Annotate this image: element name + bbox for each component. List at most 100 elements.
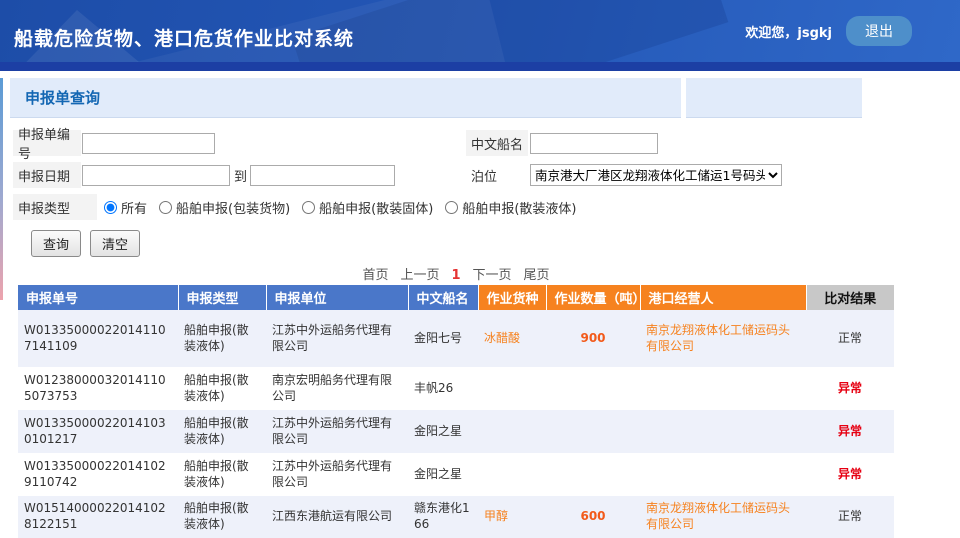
table-row[interactable]: W013350000220141029110742 船舶申报(散装液体) 江苏中… bbox=[18, 453, 894, 496]
radio-input[interactable] bbox=[104, 201, 117, 214]
welcome-text: 欢迎您，jsgkj bbox=[745, 22, 832, 41]
declare-type-options: 所有 船舶申报(包装货物) 船舶申报(散装固体) 船舶申报(散装液体) bbox=[104, 198, 588, 217]
search-form: 申报单编号 中文船名 申报日期 到 泊位 南京港大厂港区龙翔液体化工储运1号码头… bbox=[0, 118, 960, 257]
spacer bbox=[0, 71, 960, 78]
cell-cargo-qty bbox=[546, 410, 640, 453]
cell-declaration-no: W012380000320141105073753 bbox=[18, 367, 178, 410]
cell-compare-result: 异常 bbox=[806, 367, 894, 410]
radio-input[interactable] bbox=[445, 201, 458, 214]
table-row[interactable]: W015140000220141028122151 船舶申报(散装液体) 江西东… bbox=[18, 496, 894, 538]
table-row[interactable]: W013350000220141030101217 船舶申报(散装液体) 江苏中… bbox=[18, 410, 894, 453]
radio-label: 船舶申报(包装货物) bbox=[176, 198, 290, 217]
pager-current-page: 1 bbox=[451, 268, 460, 283]
cell-compare-result: 正常 bbox=[806, 310, 894, 367]
declare-type-radio-option[interactable]: 船舶申报(散装液体) bbox=[445, 198, 576, 217]
cell-declaration-no: W013350000220141030101217 bbox=[18, 410, 178, 453]
pager-prev[interactable]: 上一页 bbox=[400, 268, 439, 283]
clear-button[interactable]: 清空 bbox=[90, 230, 140, 257]
subnav-bar bbox=[0, 62, 960, 71]
radio-label: 所有 bbox=[121, 198, 147, 217]
cell-declaration-no: W015140000220141028122151 bbox=[18, 496, 178, 538]
app-title: 船载危险货物、港口危货作业比对系统 bbox=[14, 24, 354, 51]
table-header-row: 申报单号 申报类型 申报单位 中文船名 作业货种 作业数量（吨） 港口经营人 比… bbox=[18, 285, 894, 310]
cell-port-operator: 南京龙翔液体化工储运码头有限公司 bbox=[640, 310, 806, 367]
cell-declare-unit: 江苏中外运船务代理有限公司 bbox=[266, 310, 408, 367]
cell-cargo-qty bbox=[546, 453, 640, 496]
cell-cargo-qty: 900 bbox=[546, 310, 640, 367]
cell-cargo-qty: 600 bbox=[546, 496, 640, 538]
cell-cargo-type: 甲醇 bbox=[478, 496, 546, 538]
cell-ship-name: 丰帆26 bbox=[408, 367, 478, 410]
cell-declaration-no: W013350000220141107141109 bbox=[18, 310, 178, 367]
page-title: 申报单查询 bbox=[25, 87, 100, 108]
search-button[interactable]: 查询 bbox=[31, 230, 81, 257]
declare-type-label: 申报类型 bbox=[13, 194, 97, 220]
cell-cargo-type: 冰醋酸 bbox=[478, 310, 546, 367]
cell-ship-name: 金阳七号 bbox=[408, 310, 478, 367]
col-declare-type: 申报类型 bbox=[178, 285, 266, 310]
radio-label: 船舶申报(散装液体) bbox=[462, 198, 576, 217]
cell-declare-unit: 南京宏明船务代理有限公司 bbox=[266, 367, 408, 410]
table-row[interactable]: W012380000320141105073753 船舶申报(散装液体) 南京宏… bbox=[18, 367, 894, 410]
declaration-no-label: 申报单编号 bbox=[13, 130, 81, 156]
table-body: W013350000220141107141109 船舶申报(散装液体) 江苏中… bbox=[18, 310, 894, 538]
declare-type-radio-option[interactable]: 船舶申报(散装固体) bbox=[302, 198, 433, 217]
tab-empty-segment bbox=[686, 78, 862, 118]
cell-ship-name: 金阳之星 bbox=[408, 410, 478, 453]
col-ship-name: 中文船名 bbox=[408, 285, 478, 310]
col-port-operator: 港口经营人 bbox=[640, 285, 806, 310]
ship-name-input[interactable] bbox=[530, 133, 658, 154]
col-declare-unit: 申报单位 bbox=[266, 285, 408, 310]
cell-cargo-type bbox=[478, 410, 546, 453]
declare-date-from-input[interactable] bbox=[82, 165, 230, 186]
cell-declare-type: 船舶申报(散装液体) bbox=[178, 496, 266, 538]
cell-compare-result: 正常 bbox=[806, 496, 894, 538]
radio-input[interactable] bbox=[302, 201, 315, 214]
cell-port-operator bbox=[640, 453, 806, 496]
cell-declare-type: 船舶申报(散装液体) bbox=[178, 367, 266, 410]
cell-declare-unit: 江苏中外运船务代理有限公司 bbox=[266, 453, 408, 496]
col-declaration-no: 申报单号 bbox=[18, 285, 178, 310]
cell-compare-result: 异常 bbox=[806, 453, 894, 496]
declare-date-label: 申报日期 bbox=[13, 162, 81, 188]
cell-declaration-no: W013350000220141029110742 bbox=[18, 453, 178, 496]
pagination-top: 首页上一页 1 下一页尾页 bbox=[18, 264, 894, 283]
cell-cargo-qty bbox=[546, 367, 640, 410]
col-cargo-type: 作业货种 bbox=[478, 285, 546, 310]
cell-declare-unit: 江西东港航运有限公司 bbox=[266, 496, 408, 538]
ship-name-label: 中文船名 bbox=[466, 130, 528, 156]
results-table: 申报单号 申报类型 申报单位 中文船名 作业货种 作业数量（吨） 港口经营人 比… bbox=[18, 285, 894, 538]
declaration-no-input[interactable] bbox=[82, 133, 215, 154]
app-banner: 船载危险货物、港口危货作业比对系统 欢迎您，jsgkj 退出 bbox=[0, 0, 960, 62]
tab-bar: 申报单查询 bbox=[0, 78, 960, 118]
cell-port-operator bbox=[640, 367, 806, 410]
cell-cargo-type bbox=[478, 367, 546, 410]
cell-compare-result: 异常 bbox=[806, 410, 894, 453]
radio-label: 船舶申报(散装固体) bbox=[319, 198, 433, 217]
cell-declare-type: 船舶申报(散装液体) bbox=[178, 410, 266, 453]
col-compare-result: 比对结果 bbox=[806, 285, 894, 310]
date-to-label: 到 bbox=[234, 166, 247, 185]
col-cargo-qty: 作业数量（吨） bbox=[546, 285, 640, 310]
declare-type-radio-option[interactable]: 船舶申报(包装货物) bbox=[159, 198, 290, 217]
cell-ship-name: 金阳之星 bbox=[408, 453, 478, 496]
pager-last[interactable]: 尾页 bbox=[524, 268, 550, 283]
cell-declare-type: 船舶申报(散装液体) bbox=[178, 453, 266, 496]
berth-select[interactable]: 南京港大厂港区龙翔液体化工储运1号码头 bbox=[530, 164, 782, 186]
pager-next[interactable]: 下一页 bbox=[473, 268, 512, 283]
cell-port-operator: 南京龙翔液体化工储运码头有限公司 bbox=[640, 496, 806, 538]
berth-label: 泊位 bbox=[466, 162, 528, 188]
logout-button[interactable]: 退出 bbox=[846, 16, 912, 46]
page-edge-line bbox=[0, 78, 3, 300]
declare-type-radio-option[interactable]: 所有 bbox=[104, 198, 147, 217]
pager-first[interactable]: 首页 bbox=[362, 268, 388, 283]
table-row[interactable]: W013350000220141107141109 船舶申报(散装液体) 江苏中… bbox=[18, 310, 894, 367]
cell-cargo-type bbox=[478, 453, 546, 496]
cell-ship-name: 赣东港化166 bbox=[408, 496, 478, 538]
cell-declare-type: 船舶申报(散装液体) bbox=[178, 310, 266, 367]
declare-date-to-input[interactable] bbox=[250, 165, 395, 186]
tab-declaration-query[interactable]: 申报单查询 bbox=[10, 78, 681, 118]
cell-declare-unit: 江苏中外运船务代理有限公司 bbox=[266, 410, 408, 453]
radio-input[interactable] bbox=[159, 201, 172, 214]
cell-port-operator bbox=[640, 410, 806, 453]
